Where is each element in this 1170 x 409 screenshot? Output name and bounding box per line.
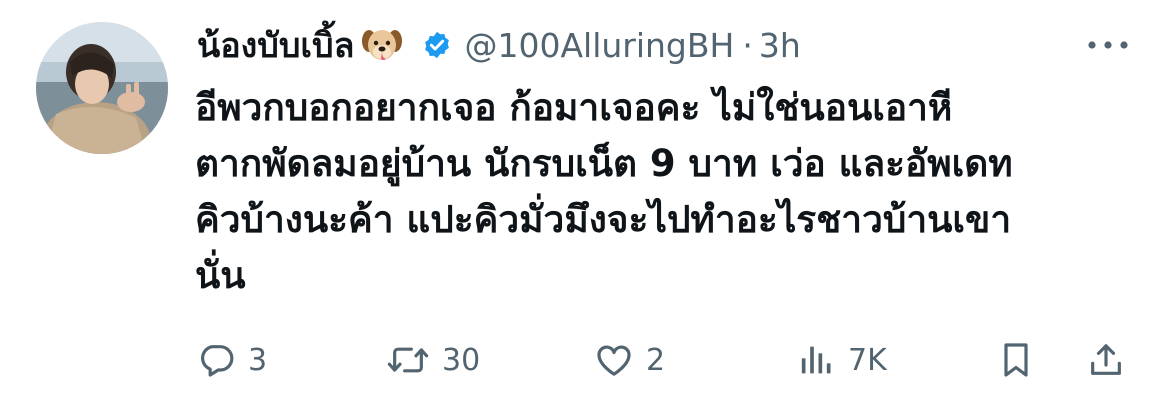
views-button[interactable]: 7K — [796, 330, 887, 390]
retweet-button[interactable]: 30 — [386, 330, 480, 390]
retweet-count: 30 — [442, 342, 481, 378]
tweet-header: น้องบับเบิ้ล @100AlluringBH · 3h — [197, 20, 801, 70]
bookmark-button[interactable] — [996, 330, 1036, 390]
tweet-text-line: ตากพัดลมอยู่บ้าน นักรบเน็ต 9 บาท เว่อ แล… — [195, 142, 1013, 185]
dog-face-emoji-icon — [360, 23, 404, 67]
tweet-text-line: อีพวกบอกอยากเจอ ก้อมาเจอคะ ไม่ใช่นอนเอาห… — [195, 86, 953, 129]
share-icon — [1091, 344, 1121, 375]
reply-icon — [201, 345, 234, 377]
verified-badge-icon — [422, 30, 452, 60]
tweet-text-line: นั่น — [195, 254, 246, 297]
display-name[interactable]: น้องบับเบิ้ล — [197, 18, 354, 72]
more-options-button[interactable] — [1086, 30, 1130, 60]
timestamp[interactable]: 3h — [759, 26, 801, 65]
user-handle[interactable]: @100AlluringBH — [464, 26, 734, 65]
avatar-photo — [36, 22, 168, 154]
views-count: 7K — [848, 342, 887, 378]
tweet[interactable]: น้องบับเบิ้ล @100AlluringBH · 3h อีพวกบอ… — [0, 0, 1170, 409]
like-button[interactable]: 2 — [594, 330, 665, 390]
avatar[interactable] — [36, 22, 168, 154]
tweet-text: อีพวกบอกอยากเจอ ก้อมาเจอคะ ไม่ใช่นอนเอาห… — [195, 80, 1145, 304]
reply-button[interactable]: 3 — [196, 330, 267, 390]
action-bar: 3 30 2 7K — [0, 330, 1170, 390]
more-horizontal-icon — [1088, 41, 1128, 49]
share-button[interactable] — [1086, 330, 1126, 390]
retweet-icon — [387, 347, 429, 373]
bookmark-icon — [1004, 343, 1028, 377]
views-chart-icon — [801, 346, 831, 374]
like-count: 2 — [646, 342, 666, 378]
tweet-text-line: คิวบ้างนะค้า แปะคิวมั่วมึงจะไปทำอะไรชาวบ… — [195, 198, 1012, 241]
separator-dot: · — [742, 25, 753, 65]
heart-icon — [597, 345, 631, 376]
reply-count: 3 — [248, 342, 268, 378]
